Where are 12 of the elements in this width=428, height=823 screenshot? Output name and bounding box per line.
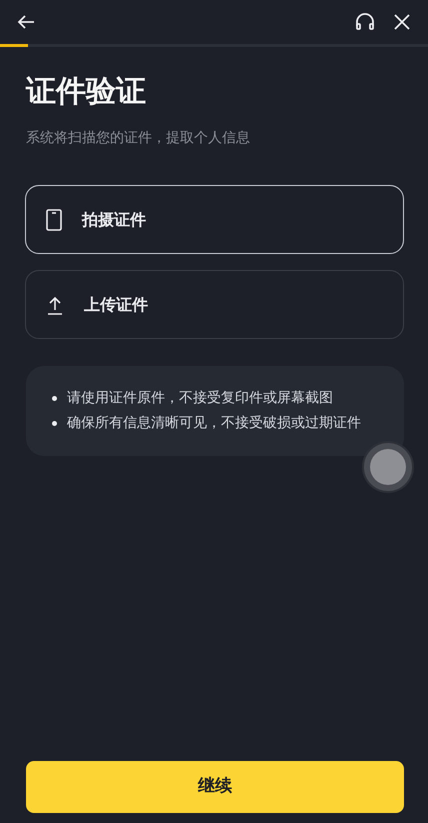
option-card[interactable]: 上传证件	[25, 270, 404, 339]
phone-icon	[46, 208, 62, 230]
continue-button[interactable]: 继续	[26, 761, 404, 813]
upload-icon	[46, 294, 64, 314]
bullet-icon	[52, 421, 57, 426]
option-card[interactable]: 拍摄证件	[25, 185, 404, 254]
floating-button[interactable]	[364, 443, 412, 491]
tip-text: 请使用证件原件，不接受复印件或屏幕截图	[67, 389, 334, 408]
page-title: 证件验证	[26, 73, 147, 111]
tip-text: 确保所有信息清晰可见，不接受破损或过期证件	[67, 414, 362, 433]
page-subtitle: 系统将扫描您的证件，提取个人信息	[26, 129, 251, 148]
bullet-icon	[52, 396, 57, 401]
